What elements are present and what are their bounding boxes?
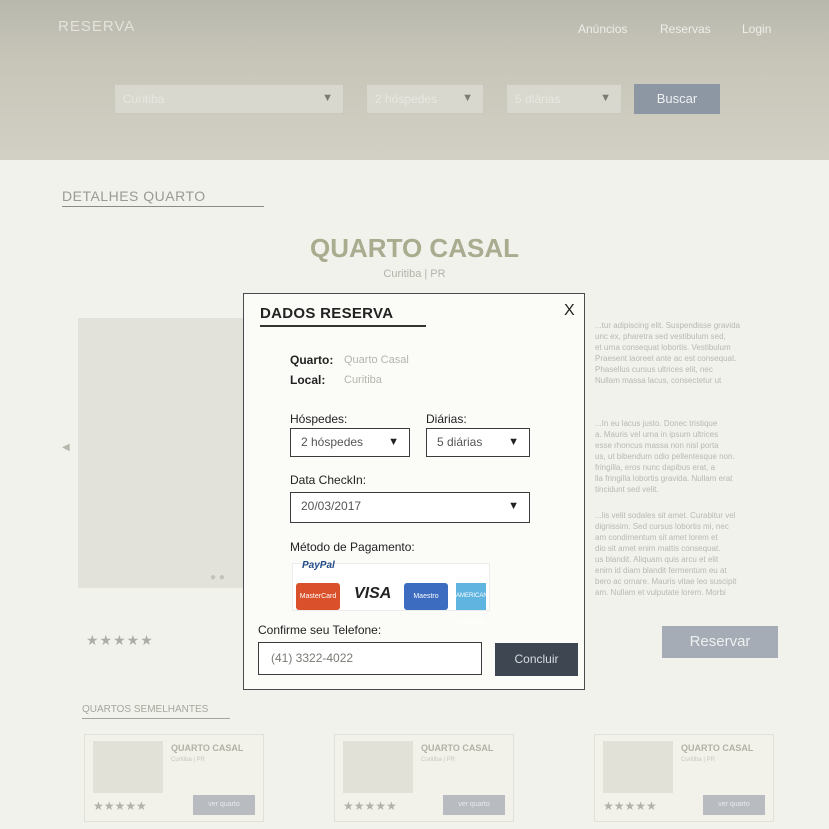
section-title-details: DETALHES QUARTO	[62, 188, 206, 204]
guests-dropdown-value: 2 hóspedes	[301, 435, 364, 449]
section-title-similar: QUARTOS SEMELHANTES	[82, 704, 209, 715]
chevron-down-icon: ▼	[508, 436, 519, 448]
payment-label: Método de Pagamento:	[290, 540, 415, 554]
guests-label: Hóspedes:	[290, 412, 348, 426]
chevron-down-icon: ▼	[508, 500, 519, 512]
chevron-down-icon: ▼	[462, 92, 473, 104]
room-thumbnail	[343, 741, 413, 793]
nav-link-anuncios[interactable]: Anúncios	[578, 22, 627, 36]
description-paragraph: ...In eu lacus justo. Donec tristique a.…	[595, 419, 735, 494]
hero-banner: RESERVA Anúncios Reservas Login Curitiba…	[0, 0, 829, 160]
room-subtitle: Curitiba | PR	[383, 268, 446, 280]
view-room-button[interactable]: ver quarto	[193, 795, 255, 815]
chevron-down-icon: ▼	[600, 92, 611, 104]
modal-title: DADOS RESERVA	[260, 305, 394, 322]
card-stars: ★★★★★	[343, 799, 397, 813]
phone-input[interactable]: (41) 3322-4022	[258, 642, 482, 675]
nights-dropdown[interactable]: 5 diárias ▼	[426, 428, 530, 457]
card-title: QUARTO CASAL	[421, 743, 494, 753]
description-paragraph: ...tur adipiscing elit. Suspendisse grav…	[595, 321, 740, 385]
city-select[interactable]: Curitiba ▼	[114, 84, 344, 114]
room-thumbnail	[603, 741, 673, 793]
checkin-date-dropdown[interactable]: 20/03/2017 ▼	[290, 492, 530, 523]
section-underline	[62, 206, 264, 207]
guests-dropdown[interactable]: 2 hóspedes ▼	[290, 428, 410, 457]
nights-select[interactable]: 5 diárias ▼	[506, 84, 622, 114]
card-title: QUARTO CASAL	[681, 743, 754, 753]
card-stars: ★★★★★	[93, 799, 147, 813]
location-label: Local:	[290, 373, 326, 387]
nights-select-value: 5 diárias	[515, 92, 561, 106]
room-gallery[interactable]	[78, 318, 248, 588]
modal-title-underline	[260, 325, 426, 327]
section-underline	[82, 718, 230, 719]
gallery-prev-icon[interactable]: ◀	[62, 442, 70, 453]
room-value: Quarto Casal	[344, 354, 409, 366]
checkin-date-value: 20/03/2017	[301, 499, 362, 513]
guests-select[interactable]: 2 hóspedes ▼	[366, 84, 484, 114]
phone-label: Confirme seu Telefone:	[258, 623, 382, 637]
room-title: QUARTO CASAL	[310, 233, 519, 263]
card-subtitle: Curitiba | PR	[421, 757, 455, 763]
mastercard-option[interactable]: MasterCard	[296, 583, 340, 610]
visa-option[interactable]: VISA	[354, 585, 391, 603]
similar-room-card[interactable]: QUARTO CASAL Curitiba | PR ★★★★★ ver qua…	[594, 734, 774, 822]
card-title: QUARTO CASAL	[171, 743, 244, 753]
similar-room-card[interactable]: QUARTO CASAL Curitiba | PR ★★★★★ ver qua…	[334, 734, 514, 822]
gallery-dots[interactable]: ● ●	[210, 572, 225, 583]
view-room-button[interactable]: ver quarto	[703, 795, 765, 815]
nights-dropdown-value: 5 diárias	[437, 435, 483, 449]
guests-select-value: 2 hóspedes	[375, 92, 438, 106]
checkin-label: Data CheckIn:	[290, 473, 367, 487]
chevron-down-icon: ▼	[322, 92, 333, 104]
location-value: Curitiba	[344, 374, 382, 386]
card-subtitle: Curitiba | PR	[681, 757, 715, 763]
card-subtitle: Curitiba | PR	[171, 757, 205, 763]
chevron-down-icon: ▼	[388, 436, 399, 448]
maestro-option[interactable]: Maestro	[404, 583, 448, 610]
view-room-button[interactable]: ver quarto	[443, 795, 505, 815]
reserve-button[interactable]: Reservar	[662, 626, 778, 658]
amex-option[interactable]: AMERICAN EXPRESS	[456, 583, 488, 626]
nav-link-reservas[interactable]: Reservas	[660, 22, 711, 36]
logo[interactable]: RESERVA	[58, 18, 135, 35]
reservation-modal: DADOS RESERVA X Quarto: Quarto Casal Loc…	[243, 293, 585, 690]
paypal-option[interactable]: PayPal	[302, 560, 335, 571]
submit-button[interactable]: Concluir	[495, 643, 578, 676]
nights-label: Diárias:	[426, 412, 467, 426]
room-thumbnail	[93, 741, 163, 793]
close-icon[interactable]: X	[564, 302, 575, 320]
search-button[interactable]: Buscar	[634, 84, 720, 114]
rating-stars[interactable]: ★★★★★	[86, 632, 154, 649]
description-paragraph: ...lis velit sodales sit amet. Curabitur…	[595, 511, 737, 597]
card-stars: ★★★★★	[603, 799, 657, 813]
city-select-value: Curitiba	[123, 92, 165, 106]
room-label: Quarto:	[290, 353, 334, 367]
similar-room-card[interactable]: QUARTO CASAL Curitiba | PR ★★★★★ ver qua…	[84, 734, 264, 822]
nav-link-login[interactable]: Login	[742, 22, 771, 36]
